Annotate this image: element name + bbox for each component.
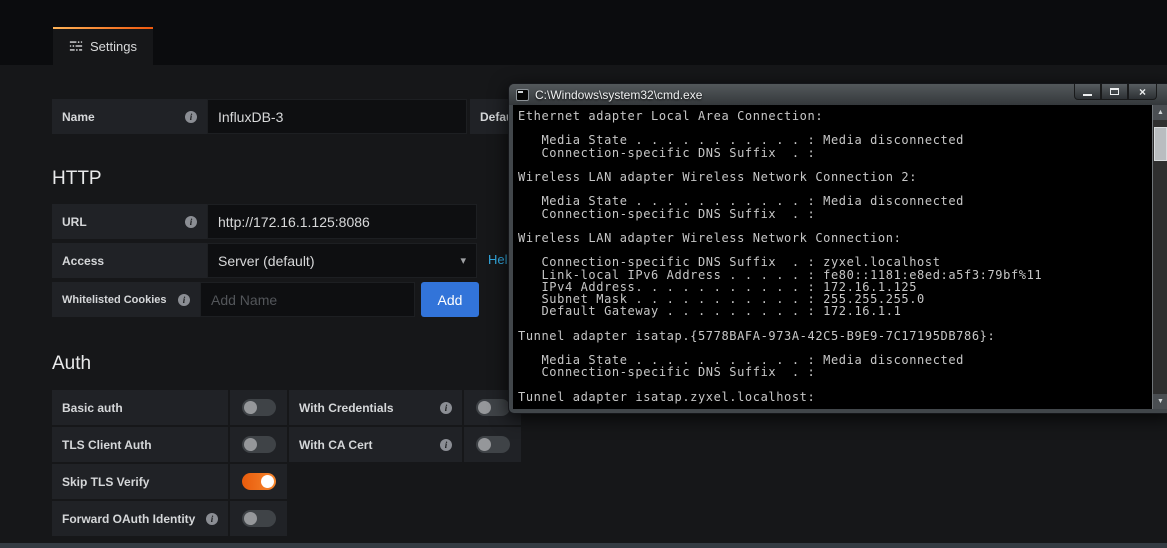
bottom-edge-strip bbox=[0, 543, 1167, 548]
cmd-icon bbox=[516, 88, 529, 101]
maximize-icon bbox=[1110, 88, 1119, 95]
chevron-down-icon: ▾ bbox=[460, 255, 466, 267]
close-button[interactable]: × bbox=[1128, 84, 1157, 100]
cmd-titlebar[interactable]: C:\Windows\system32\cmd.exe bbox=[509, 84, 1167, 105]
http-heading: HTTP bbox=[52, 168, 102, 189]
info-icon: i bbox=[440, 401, 452, 414]
basic-auth-toggle[interactable] bbox=[230, 390, 287, 425]
skip-tls-verify-toggle[interactable] bbox=[230, 464, 287, 499]
scroll-down-arrow[interactable]: ▼ bbox=[1153, 394, 1167, 409]
info-icon: i bbox=[185, 215, 197, 228]
skip-tls-verify-label: Skip TLS Verify bbox=[52, 464, 228, 499]
info-icon: i bbox=[185, 110, 197, 123]
tls-client-auth-toggle[interactable] bbox=[230, 427, 287, 462]
cmd-console: Ethernet adapter Local Area Connection: … bbox=[513, 105, 1167, 409]
whitelisted-cookies-label: Whitelisted Cookies i bbox=[52, 282, 200, 317]
minimize-icon bbox=[1083, 93, 1092, 96]
access-label: Access bbox=[52, 243, 207, 278]
forward-oauth-identity-toggle[interactable] bbox=[230, 501, 287, 536]
access-select[interactable]: Server (default) ▾ bbox=[207, 243, 477, 278]
info-icon: i bbox=[178, 293, 190, 306]
with-ca-cert-toggle[interactable] bbox=[464, 427, 521, 462]
minimize-button[interactable] bbox=[1074, 84, 1101, 100]
scroll-up-arrow[interactable]: ▲ bbox=[1153, 105, 1167, 120]
screen: Settings Name i Default HTTP URL i Acces… bbox=[0, 0, 1167, 548]
url-label: URL i bbox=[52, 204, 207, 239]
console-scrollbar[interactable]: ▲ ▼ bbox=[1152, 105, 1167, 409]
basic-auth-label: Basic auth bbox=[52, 390, 228, 425]
settings-sliders-icon bbox=[69, 39, 83, 53]
maximize-button[interactable] bbox=[1101, 84, 1128, 100]
forward-oauth-identity-label: Forward OAuth Identity i bbox=[52, 501, 228, 536]
cmd-window-title: C:\Windows\system32\cmd.exe bbox=[535, 87, 703, 102]
info-icon: i bbox=[440, 438, 452, 451]
cookie-name-input[interactable] bbox=[200, 282, 415, 317]
with-ca-cert-label: With CA Cert i bbox=[289, 427, 462, 462]
add-cookie-button[interactable]: Add bbox=[421, 282, 479, 317]
tls-client-auth-label: TLS Client Auth bbox=[52, 427, 228, 462]
auth-heading: Auth bbox=[52, 353, 92, 374]
close-icon: × bbox=[1138, 84, 1146, 99]
tab-active-indicator bbox=[53, 27, 153, 29]
url-input[interactable] bbox=[207, 204, 477, 239]
scrollbar-thumb[interactable] bbox=[1154, 127, 1167, 161]
tab-settings-label: Settings bbox=[90, 38, 137, 54]
cmd-window: C:\Windows\system32\cmd.exe × Ethernet a… bbox=[508, 83, 1167, 414]
name-input[interactable] bbox=[207, 99, 467, 134]
grafana-header: Settings bbox=[0, 0, 1167, 65]
window-controls: × bbox=[1074, 84, 1157, 100]
console-output: Ethernet adapter Local Area Connection: … bbox=[518, 109, 1043, 404]
name-label: Name i bbox=[52, 99, 207, 134]
access-select-value: Server (default) bbox=[218, 252, 315, 269]
info-icon: i bbox=[206, 512, 218, 525]
tab-settings[interactable]: Settings bbox=[53, 27, 153, 65]
with-credentials-label: With Credentials i bbox=[289, 390, 462, 425]
